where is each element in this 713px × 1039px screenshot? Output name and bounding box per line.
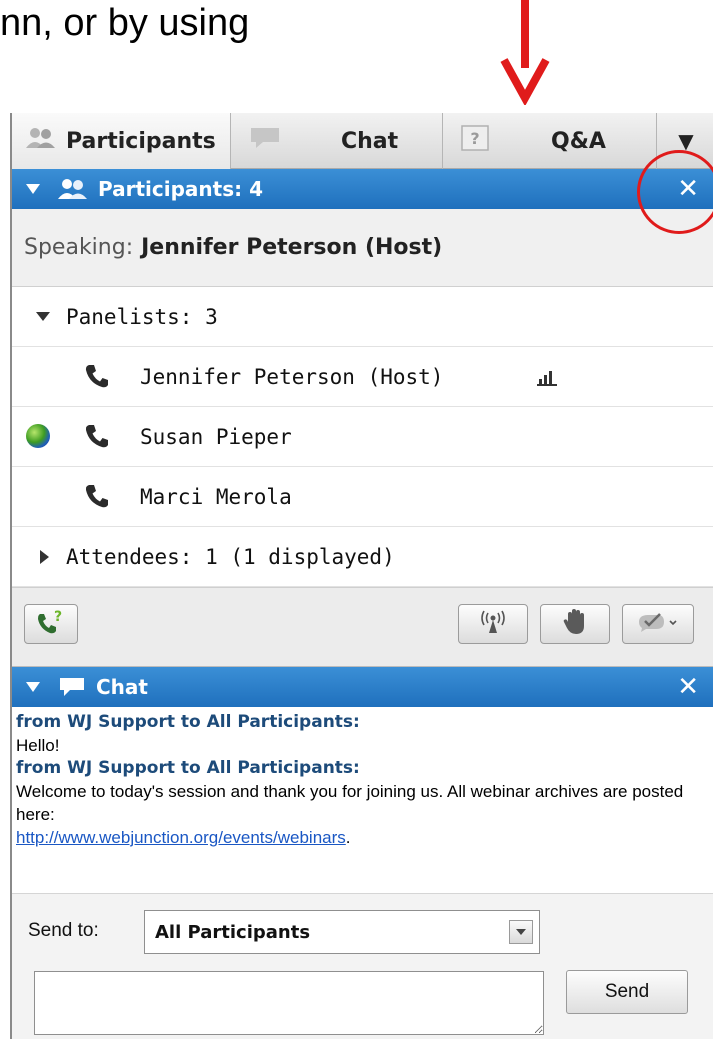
attendees-group[interactable]: Attendees: 1 (1 displayed) bbox=[12, 527, 713, 587]
participants-count-title: Participants: 4 bbox=[98, 177, 263, 201]
tab-chat[interactable]: Chat bbox=[231, 113, 443, 169]
list-item[interactable]: Susan Pieper bbox=[12, 407, 713, 467]
collapse-triangle-icon[interactable] bbox=[26, 682, 40, 692]
checkmark-feedback-icon bbox=[636, 610, 680, 638]
chat-close-icon[interactable]: ✕ bbox=[677, 673, 699, 701]
raise-hand-button[interactable] bbox=[540, 604, 610, 644]
chat-message-link-line: http://www.webjunction.org/events/webina… bbox=[16, 826, 713, 849]
participants-header[interactable]: Participants: 4 ✕ bbox=[12, 169, 713, 209]
phone-icon bbox=[84, 363, 110, 394]
phone-icon bbox=[84, 423, 110, 454]
globe-status-icon bbox=[26, 424, 50, 448]
call-help-button[interactable]: ? bbox=[24, 604, 78, 644]
send-to-select[interactable]: All Participants bbox=[144, 910, 540, 954]
participants-header-icon bbox=[58, 178, 88, 200]
chat-message-text: Hello! bbox=[16, 736, 60, 755]
expand-panelists-icon[interactable] bbox=[36, 312, 50, 321]
broadcast-button[interactable] bbox=[458, 604, 528, 644]
broadcast-icon bbox=[478, 609, 508, 639]
feedback-menu-button[interactable] bbox=[622, 604, 694, 644]
chat-send-area: Send to: All Participants Send bbox=[12, 893, 713, 1039]
tab-participants[interactable]: Participants bbox=[12, 113, 231, 169]
svg-text:?: ? bbox=[54, 609, 62, 625]
send-to-value: All Participants bbox=[155, 921, 311, 943]
speaking-label: Speaking: bbox=[24, 235, 134, 260]
chat-message-text: Welcome to today's session and thank you… bbox=[16, 782, 684, 824]
send-button[interactable]: Send bbox=[566, 970, 688, 1014]
tab-qa-label: Q&A bbox=[551, 128, 606, 154]
expand-attendees-icon[interactable] bbox=[40, 549, 49, 564]
tab-chat-label: Chat bbox=[341, 128, 399, 154]
participants-toolbar: ? bbox=[12, 587, 713, 667]
svg-text:?: ? bbox=[470, 129, 479, 148]
question-icon: ? bbox=[461, 125, 489, 157]
collapse-triangle-icon[interactable] bbox=[26, 184, 40, 194]
list-item[interactable]: Marci Merola bbox=[12, 467, 713, 527]
tab-participants-label: Participants bbox=[66, 128, 216, 154]
chat-header-icon bbox=[58, 676, 86, 698]
attendees-label: Attendees: 1 (1 displayed) bbox=[66, 544, 395, 569]
tab-qa[interactable]: ? Q&A bbox=[443, 113, 657, 169]
webex-panel: Participants Chat ? Q&A ▼ Participants: … bbox=[10, 113, 713, 1039]
chat-bubble-icon bbox=[249, 126, 281, 156]
chat-sender-line: from WJ Support to All Participants: bbox=[16, 712, 360, 732]
webinar-archive-link[interactable]: http://www.webjunction.org/events/webina… bbox=[16, 828, 346, 847]
annotation-arrow bbox=[500, 0, 550, 105]
chat-title: Chat bbox=[96, 675, 148, 699]
chat-message-input[interactable] bbox=[34, 971, 544, 1035]
participants-icon bbox=[26, 127, 56, 155]
chat-message-list: from WJ Support to All Participants: Hel… bbox=[12, 707, 713, 897]
participant-name: Jennifer Peterson (Host) bbox=[140, 364, 444, 389]
phone-question-icon: ? bbox=[36, 608, 66, 640]
participant-name: Marci Merola bbox=[140, 484, 292, 509]
chat-header[interactable]: Chat ✕ bbox=[12, 667, 713, 707]
chat-message-trailing: . bbox=[345, 828, 351, 847]
annotation-circle bbox=[637, 150, 713, 234]
raise-hand-icon bbox=[562, 608, 588, 640]
speaking-name: Jennifer Peterson (Host) bbox=[141, 235, 443, 260]
panelists-group[interactable]: Panelists: 3 bbox=[12, 287, 713, 347]
chevron-down-icon[interactable] bbox=[509, 920, 533, 944]
speaking-indicator: Speaking: Jennifer Peterson (Host) bbox=[12, 209, 713, 287]
list-item[interactable]: Jennifer Peterson (Host) bbox=[12, 347, 713, 407]
phone-icon bbox=[84, 483, 110, 514]
audio-level-icon bbox=[537, 367, 559, 391]
send-to-label: Send to: bbox=[28, 920, 99, 941]
chat-sender-line: from WJ Support to All Participants: bbox=[16, 758, 360, 778]
participant-name: Susan Pieper bbox=[140, 424, 292, 449]
slide-caption: nn, or by using bbox=[0, 2, 250, 44]
panel-tab-bar: Participants Chat ? Q&A ▼ bbox=[12, 113, 713, 169]
panelists-label: Panelists: 3 bbox=[66, 304, 218, 329]
